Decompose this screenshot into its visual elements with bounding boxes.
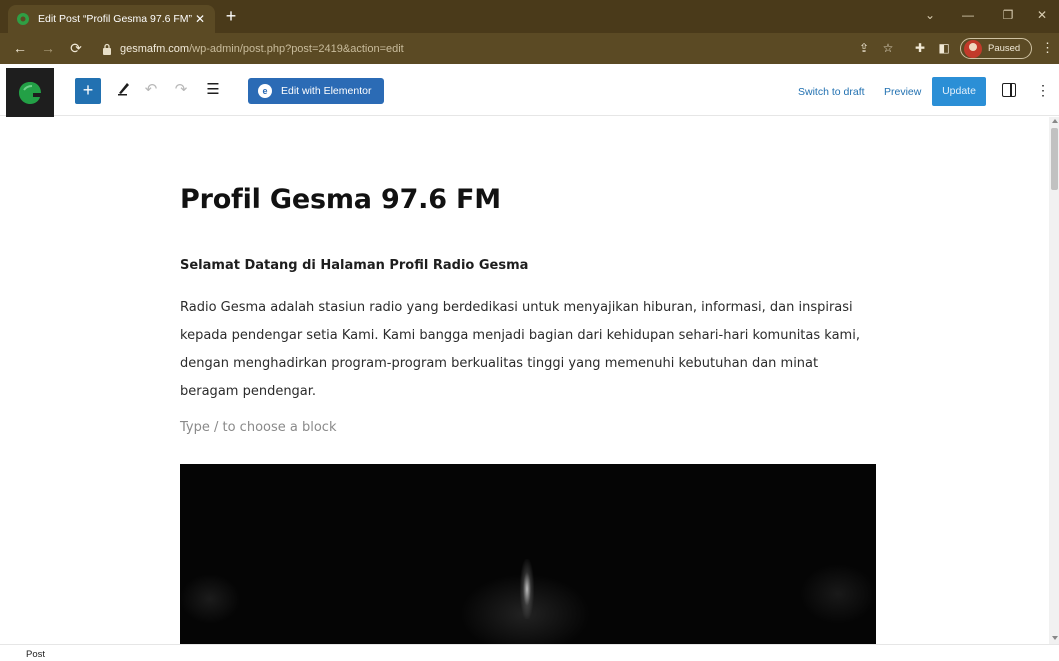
new-tab-button[interactable]: + bbox=[222, 7, 240, 25]
forward-icon[interactable]: → bbox=[38, 38, 58, 58]
video-frame-shade bbox=[800, 564, 876, 624]
tab-close-icon[interactable]: ✕ bbox=[193, 12, 207, 26]
url-path: /wp-admin/post.php?post=2419&action=edit bbox=[189, 42, 404, 55]
browser-titlebar: Edit Post “Profil Gesma 97.6 FM” ✕ + ⌄ —… bbox=[0, 0, 1059, 33]
close-window-icon[interactable]: ✕ bbox=[1024, 3, 1059, 27]
paragraph-block[interactable]: Radio Gesma adalah stasiun radio yang be… bbox=[180, 294, 880, 406]
edit-with-elementor-button[interactable]: e Edit with Elementor bbox=[248, 78, 384, 104]
site-logo-button[interactable] bbox=[6, 68, 54, 118]
address-bar[interactable]: gesmafm.com/wp-admin/post.php?post=2419&… bbox=[92, 37, 836, 60]
video-frame-shade bbox=[180, 574, 240, 624]
profile-button[interactable]: Paused bbox=[960, 38, 1032, 59]
pen-icon bbox=[118, 83, 129, 96]
gesma-logo-icon bbox=[19, 82, 41, 104]
side-panel-icon[interactable]: ◧ bbox=[936, 40, 952, 56]
document-overview-icon[interactable]: ☰ bbox=[203, 80, 223, 100]
browser-toolbar: ← → ⟳ gesmafm.com/wp-admin/post.php?post… bbox=[0, 33, 1059, 64]
tab-search-chevron-icon[interactable]: ⌄ bbox=[912, 3, 948, 27]
canvas-scrollbar[interactable] bbox=[1049, 117, 1059, 644]
restore-icon[interactable]: ❐ bbox=[990, 3, 1026, 27]
video-frame-highlight bbox=[520, 559, 534, 619]
lock-icon bbox=[103, 43, 111, 55]
editor-canvas: Profil Gesma 97.6 FM Selamat Datang di H… bbox=[0, 117, 1049, 644]
minimize-icon[interactable]: — bbox=[950, 3, 986, 27]
redo-icon[interactable]: ↷ bbox=[171, 80, 191, 100]
block-appender-placeholder[interactable]: Type / to choose a block bbox=[180, 420, 336, 435]
scroll-up-arrow-icon[interactable] bbox=[1052, 119, 1058, 123]
avatar bbox=[964, 39, 982, 58]
extensions-puzzle-icon[interactable]: ✚ bbox=[912, 40, 928, 56]
options-menu-icon[interactable]: ⋮ bbox=[1036, 80, 1050, 100]
reload-icon[interactable]: ⟳ bbox=[66, 38, 86, 58]
url-host: gesmafm.com bbox=[120, 42, 190, 55]
editor-header: + ↶ ↷ ☰ e Edit with Elementor Switch to … bbox=[0, 64, 1059, 118]
url-text: gesmafm.com/wp-admin/post.php?post=2419&… bbox=[120, 43, 404, 55]
browser-menu-icon[interactable]: ⋮ bbox=[1041, 40, 1054, 56]
post-title[interactable]: Profil Gesma 97.6 FM bbox=[180, 184, 501, 215]
elementor-button-label: Edit with Elementor bbox=[281, 85, 372, 97]
preview-button[interactable]: Preview bbox=[884, 86, 921, 98]
breadcrumb[interactable]: Post bbox=[26, 649, 45, 660]
undo-icon[interactable]: ↶ bbox=[141, 80, 161, 100]
scrollbar-thumb[interactable] bbox=[1051, 128, 1058, 190]
browser-tab-active[interactable]: Edit Post “Profil Gesma 97.6 FM” ✕ bbox=[8, 5, 215, 33]
bookmark-star-icon[interactable]: ☆ bbox=[880, 40, 896, 56]
update-button[interactable]: Update bbox=[932, 77, 986, 106]
gesma-favicon-icon bbox=[17, 13, 29, 25]
elementor-icon: e bbox=[258, 84, 272, 98]
tab-title: Edit Post “Profil Gesma 97.6 FM” bbox=[38, 13, 193, 25]
scroll-down-arrow-icon[interactable] bbox=[1052, 636, 1058, 640]
editor-footer: Post bbox=[0, 644, 1059, 661]
heading-block[interactable]: Selamat Datang di Halaman Profil Radio G… bbox=[180, 258, 528, 273]
profile-status: Paused bbox=[988, 43, 1021, 54]
tools-pen-icon[interactable] bbox=[114, 80, 134, 100]
video-block[interactable] bbox=[180, 464, 876, 644]
back-icon[interactable]: ← bbox=[10, 38, 30, 58]
switch-to-draft-button[interactable]: Switch to draft bbox=[798, 86, 865, 98]
add-block-button[interactable]: + bbox=[75, 78, 101, 104]
settings-sidebar-icon[interactable] bbox=[1002, 83, 1016, 97]
share-icon[interactable]: ⇪ bbox=[856, 40, 872, 56]
